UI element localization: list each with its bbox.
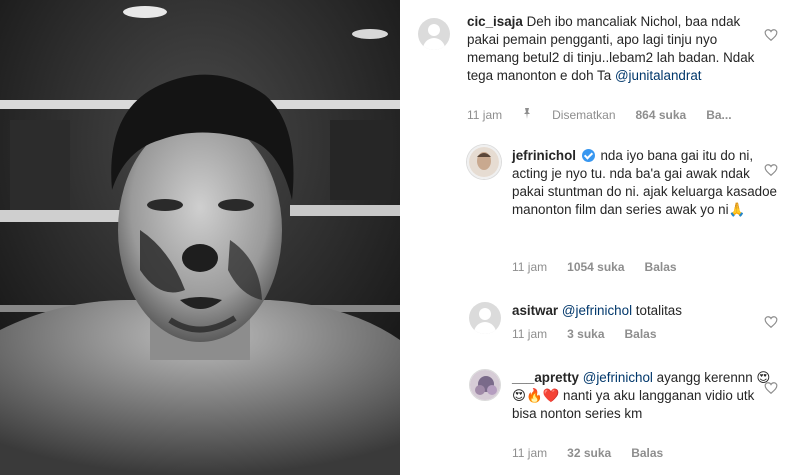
comment-username[interactable]: ___apretty (512, 370, 579, 385)
avatar[interactable] (418, 18, 450, 50)
comment-2-meta: 11 jam 1054 suka Balas (512, 260, 697, 274)
comment-3: asitwar @jefrinichol totalitas (512, 302, 772, 320)
verified-badge-icon (581, 149, 595, 162)
comment-mention[interactable]: @jefrinichol (583, 370, 653, 385)
likes-count[interactable]: 3 suka (567, 327, 604, 341)
likes-count[interactable]: 864 suka (636, 108, 687, 122)
comment-time[interactable]: 11 jam (512, 446, 547, 460)
reply-button[interactable]: Balas (631, 446, 663, 460)
post-photo (0, 0, 400, 475)
comment-time[interactable]: 11 jam (512, 327, 547, 341)
heart-outline-icon[interactable] (764, 28, 778, 42)
pinned-label: Disematkan (552, 108, 616, 122)
boxer-photo-illustration (0, 0, 400, 475)
likes-count[interactable]: 32 suka (567, 446, 611, 460)
avatar[interactable] (467, 145, 501, 179)
heart-outline-icon[interactable] (764, 315, 778, 329)
comment-4-meta: 11 jam 32 suka Balas (512, 446, 683, 460)
comment-1-meta: 11 jam Disematkan 864 suka Ba... (467, 108, 752, 122)
likes-count[interactable]: 1054 suka (567, 260, 624, 274)
pinned-indicator: Disematkan (522, 108, 616, 122)
avatar[interactable] (469, 302, 501, 334)
reply-button[interactable]: Balas (645, 260, 677, 274)
comment-username[interactable]: asitwar (512, 303, 558, 318)
comment-1: cic_isaja Deh ibo mancaliak Nichol, baa … (467, 13, 772, 85)
comment-mention[interactable]: @junitalandrat (615, 68, 702, 83)
comment-username[interactable]: cic_isaja (467, 14, 523, 29)
comments-panel: cic_isaja Deh ibo mancaliak Nichol, baa … (400, 0, 800, 475)
comment-time[interactable]: 11 jam (512, 260, 547, 274)
comment-3-meta: 11 jam 3 suka Balas (512, 327, 677, 341)
heart-outline-icon[interactable] (764, 163, 778, 177)
comment-4: ___apretty @jefrinichol ayangg kerennn 😍… (512, 369, 772, 423)
comment-mention[interactable]: @jefrinichol (562, 303, 632, 318)
comment-2: jefrinichol nda iyo bana gai itu do ni, … (512, 147, 782, 219)
reply-button[interactable]: Ba... (706, 108, 731, 122)
reply-button[interactable]: Balas (625, 327, 657, 341)
comment-time[interactable]: 11 jam (467, 108, 502, 122)
comment-username[interactable]: jefrinichol (512, 148, 576, 163)
comment-text: totalitas (635, 303, 682, 318)
heart-outline-icon[interactable] (764, 381, 778, 395)
pin-icon (522, 108, 532, 122)
avatar[interactable] (469, 369, 501, 401)
